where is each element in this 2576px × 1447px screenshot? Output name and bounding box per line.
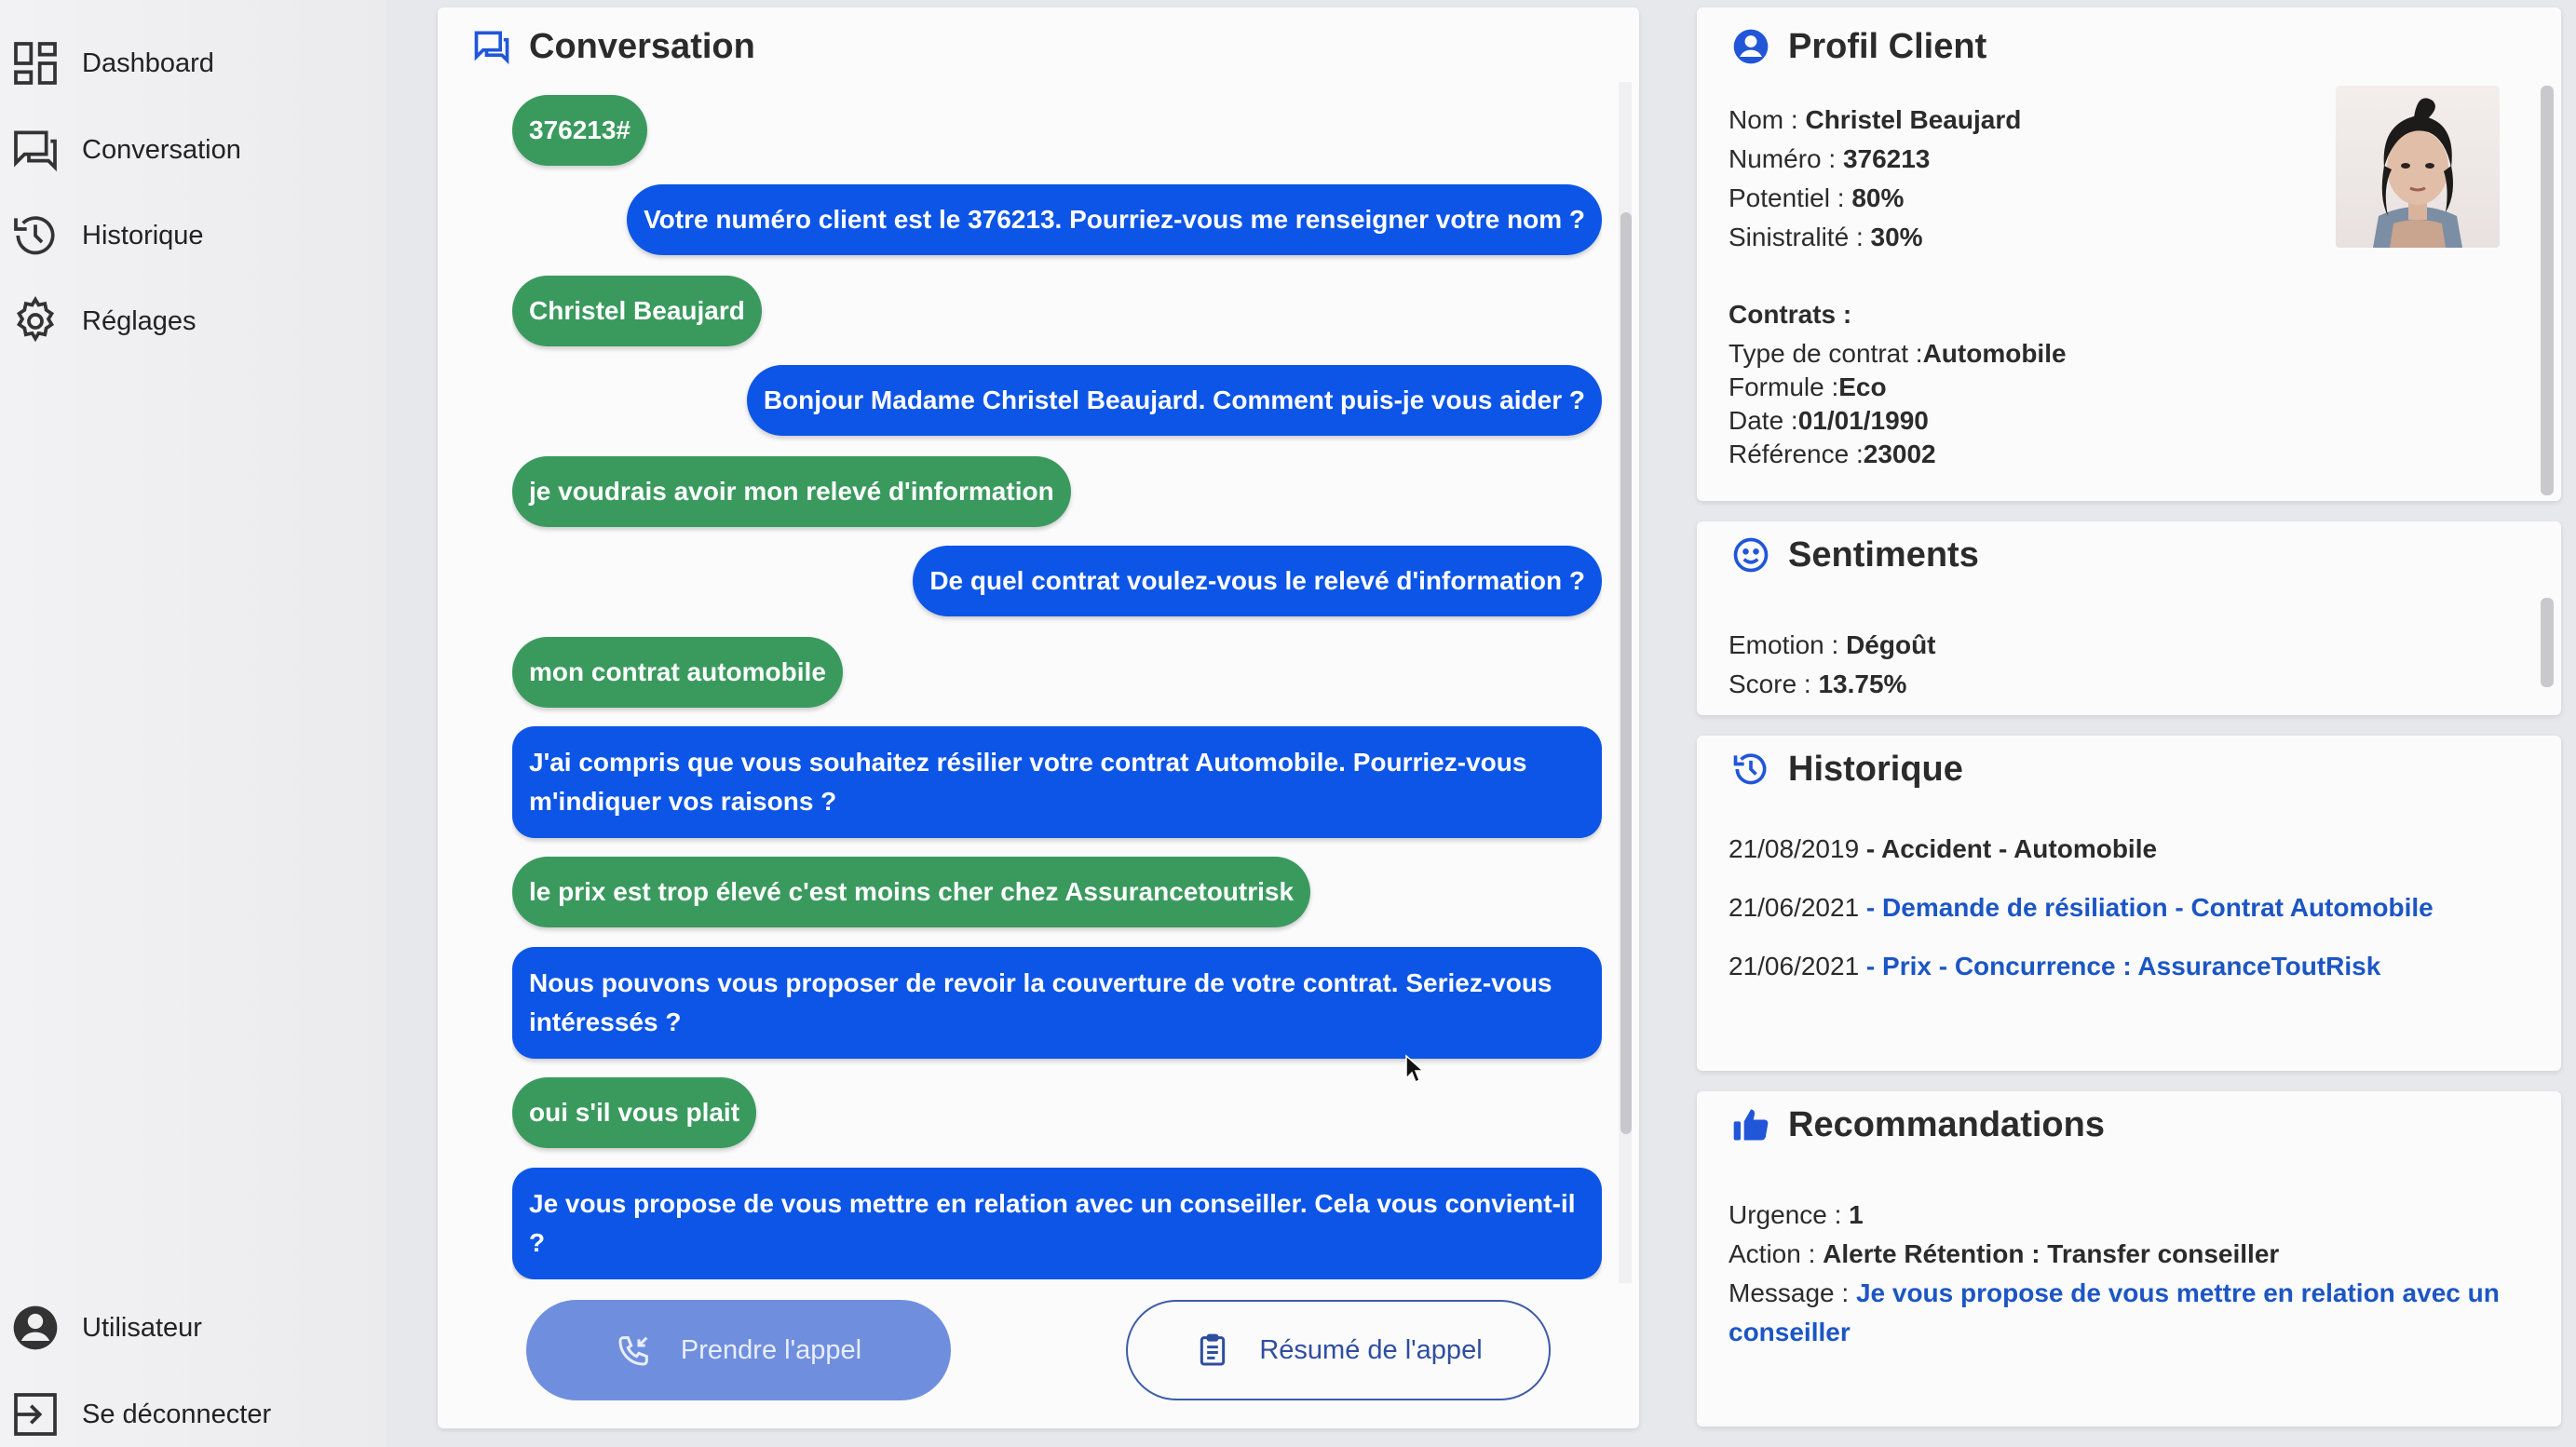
sidebar-item-label: Réglages bbox=[82, 305, 197, 336]
client-potential: 80% bbox=[1851, 183, 1905, 212]
scrollbar-thumb[interactable] bbox=[2541, 598, 2554, 687]
sidebar-item-utilisateur[interactable]: Utilisateur bbox=[9, 1295, 202, 1360]
sidebar-item-label: Conversation bbox=[82, 134, 241, 165]
sidebar-item-label: Utilisateur bbox=[82, 1312, 202, 1343]
sidebar-item-label: Historique bbox=[82, 220, 204, 250]
contract-details: Contrats : Type de contrat :Automobile F… bbox=[1729, 300, 2067, 468]
message-list[interactable]: 376213# Votre numéro client est le 37621… bbox=[512, 89, 1602, 1279]
dashboard-icon bbox=[14, 42, 57, 85]
history-panel: Historique 21/08/2019 - Accident - Autom… bbox=[1697, 736, 2561, 1071]
cursor-icon bbox=[1405, 1054, 1425, 1084]
chat-icon bbox=[14, 130, 57, 172]
conversation-title: Conversation bbox=[471, 26, 755, 67]
message-agent: Votre numéro client est le 376213. Pourr… bbox=[627, 184, 1602, 255]
profile-title: Profil Client bbox=[1730, 26, 1986, 67]
message-agent: Bonjour Madame Christel Beaujard. Commen… bbox=[746, 365, 1602, 436]
history-list: 21/08/2019 - Accident - Automobile 21/06… bbox=[1729, 819, 2434, 995]
contract-reference: 23002 bbox=[1863, 440, 1936, 468]
gear-icon bbox=[16, 296, 55, 343]
phone-incoming-icon bbox=[618, 1336, 648, 1366]
contract-type: Automobile bbox=[1922, 339, 2067, 368]
message-agent: Nous pouvons vous proposer de revoir la … bbox=[512, 947, 1602, 1059]
thumbs-up-icon bbox=[1733, 1109, 1769, 1141]
history-link[interactable]: Prix - Concurrence : AssuranceToutRisk bbox=[1882, 952, 2380, 980]
scrollbar-thumb[interactable] bbox=[1620, 212, 1632, 1134]
message-client: oui s'il vous plait bbox=[512, 1077, 757, 1148]
history-entry[interactable]: 21/06/2021 - Demande de résiliation - Co… bbox=[1729, 878, 2434, 937]
message-agent: J'ai compris que vous souhaitez résilier… bbox=[512, 726, 1602, 838]
recommendations-title: Recommandations bbox=[1730, 1104, 2105, 1145]
urgency-value: 1 bbox=[1849, 1200, 1864, 1229]
emotion-value: Dégoût bbox=[1846, 630, 1936, 659]
profile-details: Nom : Christel Beaujard Numéro : 376213 … bbox=[1729, 105, 2022, 251]
message-agent: Je vous propose de vous mettre en relati… bbox=[512, 1168, 1602, 1279]
sentiments-panel: Sentiments Emotion : Dégoût Score : 13.7… bbox=[1697, 521, 2561, 715]
message-client: le prix est trop élevé c'est moins cher … bbox=[512, 857, 1311, 927]
history-title: Historique bbox=[1730, 749, 1963, 790]
sentiment-details: Emotion : Dégoût Score : 13.75% bbox=[1729, 630, 1936, 698]
chat-icon bbox=[474, 31, 509, 65]
client-claims-rate: 30% bbox=[1870, 223, 1923, 251]
history-entry: 21/08/2019 - Accident - Automobile bbox=[1729, 834, 2158, 863]
profile-panel: Profil Client Nom : Christel Beaujard Nu… bbox=[1697, 7, 2561, 501]
contract-date: 01/01/1990 bbox=[1797, 406, 1929, 435]
action-value: Alerte Rétention : Transfer conseiller bbox=[1823, 1239, 2280, 1268]
message-agent: De quel contrat voulez-vous le relevé d'… bbox=[913, 546, 1602, 616]
history-icon bbox=[1733, 753, 1767, 785]
message-client: mon contrat automobile bbox=[512, 637, 843, 708]
logout-icon bbox=[14, 1393, 57, 1436]
contract-formula: Eco bbox=[1838, 372, 1887, 401]
history-icon bbox=[14, 216, 55, 255]
message-client: Christel Beaujard bbox=[512, 276, 762, 346]
history-entry[interactable]: 21/06/2021 - Prix - Concurrence : Assura… bbox=[1729, 937, 2434, 995]
sidebar-item-label: Se déconnecter bbox=[82, 1399, 272, 1429]
sidebar-item-historique[interactable]: Historique bbox=[9, 203, 204, 268]
sidebar-item-reglages[interactable]: Réglages bbox=[9, 289, 197, 354]
recommendations-panel: Recommandations Urgence : 1 Action : Ale… bbox=[1697, 1091, 2561, 1427]
message-client: 376213# bbox=[512, 95, 648, 166]
sidebar-item-logout[interactable]: Se déconnecter bbox=[9, 1382, 271, 1447]
user-icon bbox=[13, 1305, 58, 1350]
history-link[interactable]: Demande de résiliation - Contrat Automob… bbox=[1882, 893, 2434, 922]
sidebar-item-dashboard[interactable]: Dashboard bbox=[9, 31, 214, 96]
contracts-heading: Contrats : bbox=[1729, 300, 1852, 329]
call-summary-button[interactable]: Résumé de l'appel bbox=[1126, 1300, 1551, 1400]
message-client: je voudrais avoir mon relevé d'informati… bbox=[512, 456, 1071, 527]
sidebar: Dashboard Conversation Historique Réglag… bbox=[0, 0, 386, 1447]
scrollbar-thumb[interactable] bbox=[2541, 86, 2554, 495]
avatar bbox=[2336, 86, 2500, 248]
sentiments-title: Sentiments bbox=[1730, 534, 1979, 575]
take-call-button[interactable]: Prendre l'appel bbox=[526, 1300, 951, 1400]
clipboard-icon bbox=[1200, 1333, 1226, 1366]
smiley-icon bbox=[1733, 537, 1769, 573]
client-number: 376213 bbox=[1842, 144, 1931, 173]
client-name: Christel Beaujard bbox=[1805, 105, 2022, 134]
user-circle-icon bbox=[1733, 29, 1769, 64]
recommendation-details: Urgence : 1 Action : Alerte Rétention : … bbox=[1729, 1200, 2500, 1346]
sidebar-item-conversation[interactable]: Conversation bbox=[9, 117, 241, 183]
sidebar-item-label: Dashboard bbox=[82, 47, 214, 78]
conversation-panel: Conversation 376213# Votre numéro client… bbox=[438, 7, 1639, 1428]
score-value: 13.75% bbox=[1818, 669, 1907, 698]
